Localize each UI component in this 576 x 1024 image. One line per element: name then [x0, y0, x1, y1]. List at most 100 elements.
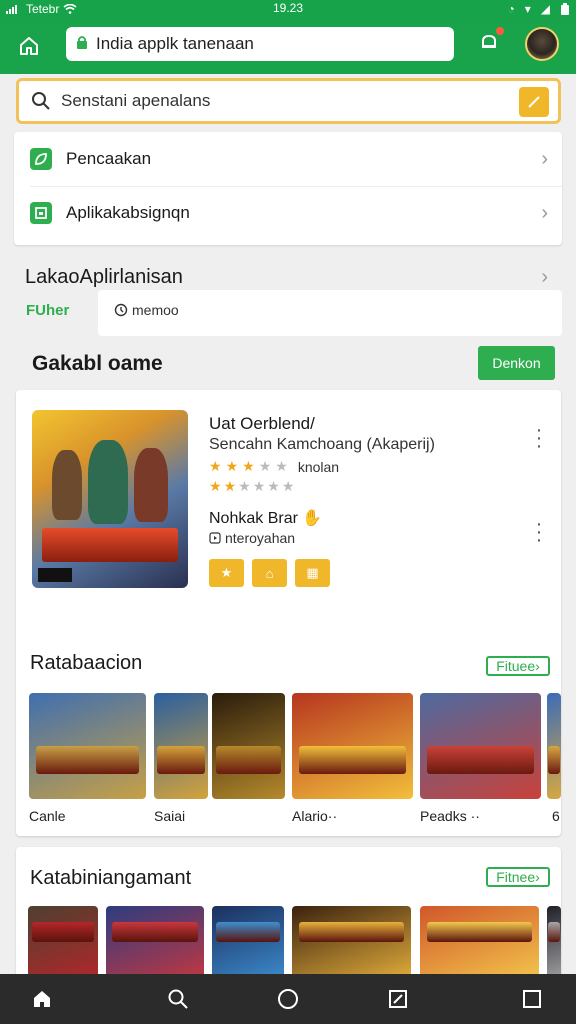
game-thumbnail-label: Saiai — [154, 808, 186, 824]
rating-tag — [38, 568, 72, 582]
star-empty-icon: ★ — [258, 458, 272, 474]
featured-title-secondary[interactable]: Nohkak Brar ✋ — [209, 508, 322, 528]
play-box-icon — [209, 532, 221, 544]
nav-edit[interactable] — [385, 986, 411, 1012]
game-thumbnail[interactable] — [547, 693, 561, 799]
featured-subtitle-secondary-label: nteroyahan — [225, 530, 296, 546]
last-apps-title[interactable]: LakaoAplirlanisan — [25, 266, 183, 289]
game-thumbnail[interactable] — [29, 693, 146, 799]
last-apps-section: LakaoAplirlanisan › FUher memoo — [0, 250, 576, 338]
game-logo — [36, 746, 139, 774]
star-icon: ★ — [223, 478, 237, 494]
star-empty-icon: ★ — [252, 478, 266, 494]
game-thumbnail[interactable] — [292, 906, 411, 984]
app-bar: India applk tanenaan — [0, 18, 576, 74]
section-action-button[interactable]: Denkon — [478, 346, 555, 380]
url-bar[interactable]: India applk tanenaan — [66, 27, 454, 61]
filter-label[interactable]: FUher — [26, 302, 69, 319]
game-thumbnail-label: Peadks ·· — [420, 808, 480, 824]
notifications-button[interactable] — [476, 27, 504, 55]
game-thumbnail[interactable] — [420, 906, 539, 984]
clock: 19.23 — [272, 1, 304, 15]
game-logo — [216, 746, 281, 774]
game-thumbnail[interactable] — [212, 906, 284, 984]
nav-home[interactable] — [29, 986, 55, 1012]
category-card: Katabiniangamant Fitnee › — [16, 847, 561, 987]
edit-button[interactable] — [519, 87, 549, 117]
rating-label: knolan — [297, 458, 340, 475]
chip-label: memoo — [132, 302, 179, 318]
chip-container: memoo — [98, 290, 562, 336]
game-thumbnail-label: Canle — [29, 808, 66, 824]
avatar[interactable] — [525, 27, 559, 61]
memo-chip[interactable]: memoo — [114, 302, 179, 318]
gift-icon: ▦ — [306, 565, 319, 580]
category-title: Katabiniangamant — [30, 867, 192, 889]
menu-item-label: Pencaakan — [66, 149, 152, 168]
chevron-right-icon: › — [541, 201, 548, 224]
action-buttons: ★ ⌂ ▦ — [209, 559, 330, 587]
featured-title[interactable]: Uat Oerblend/ — [209, 414, 315, 434]
star-icon: ★ — [209, 458, 222, 474]
app-icon — [30, 202, 52, 224]
nav-circle[interactable] — [275, 986, 301, 1012]
recommend-filter-button[interactable]: Fituee › — [486, 656, 550, 676]
chevron-right-icon[interactable]: › — [541, 266, 548, 289]
clock-icon — [114, 303, 128, 317]
featured-game-image[interactable] — [32, 410, 188, 588]
game-thumbnail[interactable] — [292, 693, 413, 799]
home-button[interactable] — [12, 29, 46, 63]
star-icon: ★ — [242, 458, 255, 474]
game-logo — [427, 921, 532, 942]
game-thumbnail[interactable] — [212, 693, 285, 799]
game-logo — [42, 528, 178, 562]
chevron-right-icon: › — [535, 658, 540, 674]
star-icon: ★ — [225, 458, 239, 474]
game-thumbnail[interactable] — [154, 693, 208, 799]
nav-search[interactable] — [165, 986, 191, 1012]
game-logo — [157, 746, 205, 774]
game-logo — [216, 921, 280, 942]
star-action-icon: ★ — [220, 565, 233, 580]
search-icon — [168, 989, 188, 1009]
game-logo — [299, 746, 406, 774]
search-bar[interactable]: Senstani apenalans — [16, 78, 561, 124]
art-figure — [52, 450, 82, 520]
more-options-icon[interactable]: · · · — [534, 514, 544, 550]
star-rating-secondary: ★ ★ ★ ★ ★ ★ — [209, 478, 294, 495]
star-empty-icon: ★ — [267, 478, 280, 494]
chevron-right-icon: › — [535, 869, 540, 885]
home-icon — [34, 991, 50, 1007]
art-figure — [134, 448, 168, 522]
menu-item-pencaakan[interactable]: Pencaakan › — [14, 132, 562, 186]
search-placeholder: Senstani apenalans — [61, 91, 211, 110]
chevron-right-icon: › — [541, 147, 548, 170]
star-empty-icon: ★ — [275, 458, 288, 474]
edit-box-icon — [389, 990, 407, 1008]
more-options-icon[interactable]: · · · — [534, 420, 544, 456]
house-icon: ⌂ — [265, 565, 274, 581]
game-thumbnail[interactable] — [28, 906, 98, 984]
pencil-icon — [528, 96, 540, 108]
game-thumbnail[interactable] — [106, 906, 204, 984]
art-figure — [88, 440, 128, 524]
game-thumbnail[interactable] — [547, 906, 561, 984]
store-button[interactable]: ⌂ — [252, 559, 287, 587]
menu-item-aplikasi[interactable]: Aplikakabsignqn › — [14, 186, 562, 240]
featured-title-secondary-label: Nohkak Brar — [209, 510, 298, 527]
favorite-button[interactable]: ★ — [209, 559, 244, 587]
bottom-navigation — [0, 974, 576, 1024]
url-text: India applk tanenaan — [96, 34, 254, 53]
section-title: Gakabl oame — [32, 352, 163, 375]
game-logo — [299, 921, 404, 942]
leaf-icon — [30, 148, 52, 170]
bell-icon — [482, 34, 496, 48]
home-icon — [20, 37, 38, 55]
game-thumbnail[interactable] — [420, 693, 541, 799]
gift-button[interactable]: ▦ — [295, 559, 330, 587]
game-thumbnail-label: 6 — [552, 808, 560, 824]
category-filter-button[interactable]: Fitnee › — [486, 867, 550, 887]
search-icon — [31, 91, 51, 111]
game-logo — [547, 746, 561, 774]
nav-square[interactable] — [519, 986, 545, 1012]
